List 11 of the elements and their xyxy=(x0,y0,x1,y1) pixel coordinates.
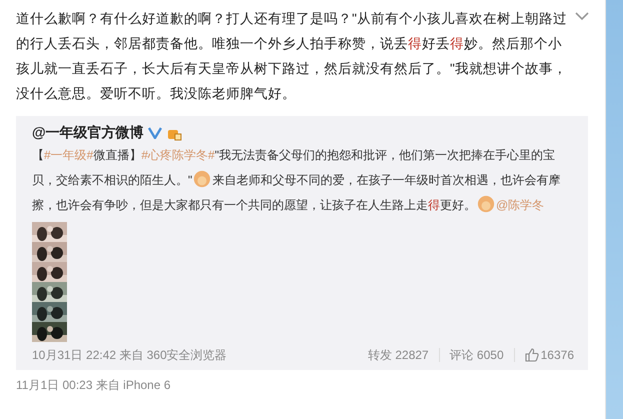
post-time: 10月31日 22:42 来自 360安全浏览器 xyxy=(32,347,227,364)
mention-link[interactable]: @陈学冬 xyxy=(496,198,544,212)
post-text: 道什么歉啊？有什么好道歉的啊？打人还有理了是吗？"从前有个小孩儿喜欢在树上朝路过的行人丢石头，邻居都责备他。唯独一个外乡人拍手称赞，说丢得好丢得妙。然后那个小孩儿就一直丢石子，长大后有天皇帝从树下路过，然后就没有然后了。"我就想讲个故事，没什么意思。爱听不听。我没陈老师脾气好。 xyxy=(16,10,568,103)
repost-link[interactable]: 转发 22827 xyxy=(368,346,429,364)
author-link[interactable]: @一年级官方微博 xyxy=(32,122,144,143)
quoted-post-text: 【#一年级#微直播】#心疼陈学冬#"我无法责备父母们的抱怨和批评，他们第一次把捧在手心里的宝贝，交给素不相识的陌生人。" 来自老师和父母不同的爱，在孩子一年级时首次相遇，也许会有摩擦，也许会有争吵，但是大家都只有一个共同的愿望，让孩子在人生路上走得更好。 @陈学冬 xyxy=(32,147,562,215)
like-button[interactable]: 16376 xyxy=(524,346,574,364)
topic-link[interactable]: #心疼陈学冬# xyxy=(141,148,215,162)
comment-link[interactable]: 评论 6050 xyxy=(450,346,504,364)
topic-link[interactable]: #一年级# xyxy=(44,148,94,162)
post-time: 11月1日 00:23 来自 iPhone 6 xyxy=(16,377,172,394)
